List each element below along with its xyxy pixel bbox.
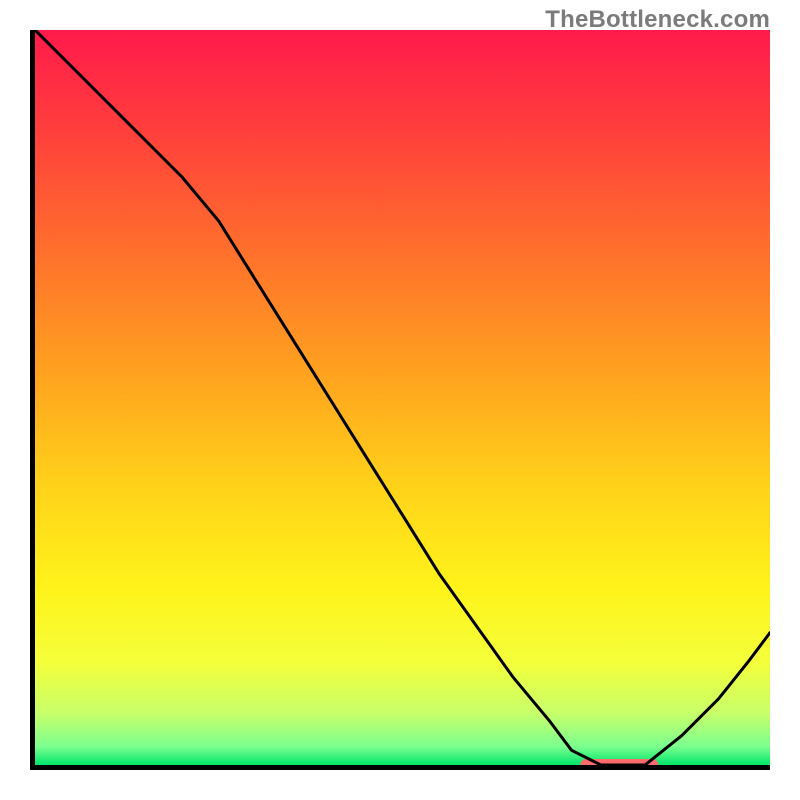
chart-container: TheBottleneck.com (0, 0, 800, 800)
chart-svg (35, 30, 770, 765)
plot-area (30, 30, 770, 770)
